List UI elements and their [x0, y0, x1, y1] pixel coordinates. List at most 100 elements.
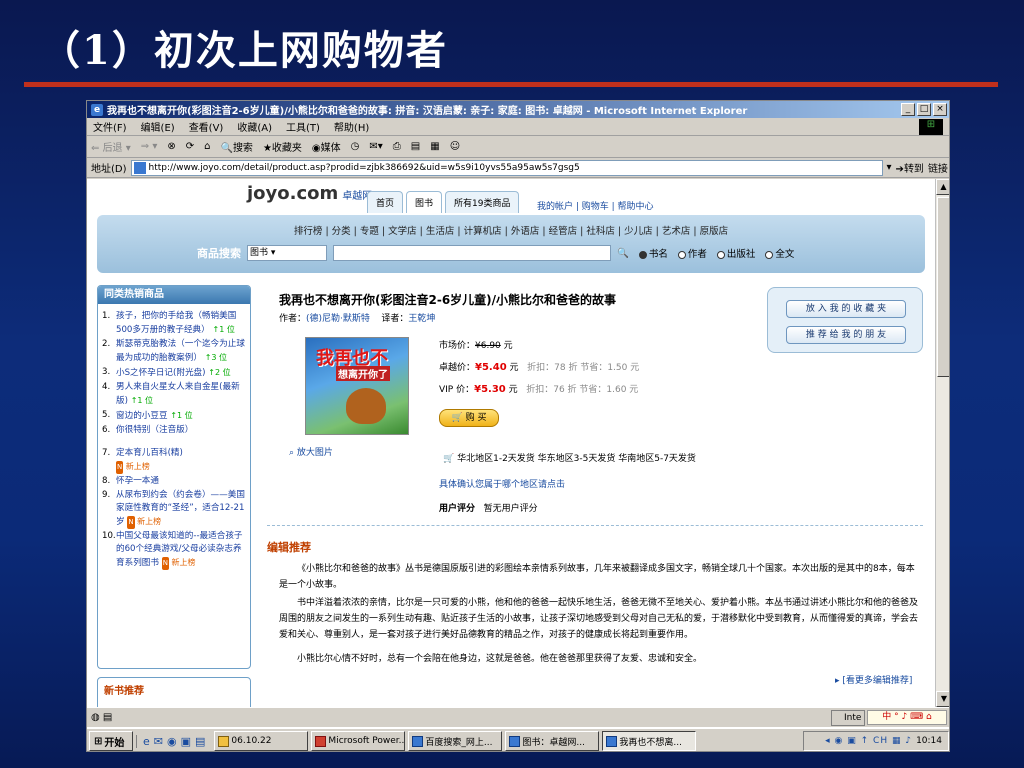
- task-powerpoint[interactable]: Microsoft Power...: [311, 731, 406, 751]
- search-option-author[interactable]: 作者: [674, 246, 707, 260]
- address-bar: 地址(D) http://www.joyo.com/detail/product…: [87, 158, 949, 178]
- search-row: 商品搜索 图书 ▾ 🔍 书名 作者 出版社 全文: [197, 245, 794, 261]
- account-links[interactable]: 我的帐户 | 购物车 | 帮助中心: [537, 199, 654, 212]
- list-item[interactable]: 5. 窗边的小豆豆 ↑1 位: [102, 409, 246, 423]
- start-button[interactable]: ⊞ 开始: [89, 731, 133, 751]
- windows-flag-icon: ⊞: [919, 119, 943, 135]
- more-editor-recommend-link[interactable]: ▸ [看更多编辑推荐]: [835, 673, 912, 686]
- menu-edit[interactable]: 编辑(E): [141, 119, 175, 134]
- task-joyo-books[interactable]: 图书：卓越网...: [505, 731, 600, 751]
- search-option-fulltext[interactable]: 全文: [761, 246, 794, 260]
- window-titlebar[interactable]: e 我再也不想离开你(彩图注音2-6岁儿童)/小熊比尔和爸爸的故事: 拼音: 汉…: [87, 101, 949, 118]
- tab-books[interactable]: 图书: [406, 191, 443, 213]
- list-item[interactable]: 4. 男人来自火星女人来自金星(最新版) ↑1 位: [102, 381, 246, 408]
- joyo-logo[interactable]: joyo.com 卓越网: [247, 183, 372, 204]
- menu-help[interactable]: 帮助(H): [334, 119, 369, 134]
- ie-quicklaunch-icon[interactable]: e: [143, 735, 150, 748]
- stop-icon[interactable]: ⊗: [167, 141, 175, 152]
- bestsellers-heading: 同类热销商品: [98, 286, 250, 304]
- menu-favorites[interactable]: 收藏(A): [237, 119, 272, 134]
- messenger-icon[interactable]: ☺: [450, 141, 460, 152]
- address-dropdown-icon[interactable]: ▾: [887, 162, 892, 173]
- list-item[interactable]: 6. 你很特别（注音版）: [102, 424, 246, 437]
- favorites-box: 放 入 我 的 收 藏 夹 推 荐 给 我 的 朋 友: [767, 287, 923, 353]
- forward-button[interactable]: ⇒ ▾: [141, 141, 158, 152]
- edit-icon[interactable]: ▤: [411, 141, 420, 152]
- list-item[interactable]: 9. 从尿布到约会（约会卷）——美国家庭性教育的“圣经”，适合12-21岁 N 新…: [102, 489, 246, 529]
- region-confirm-link[interactable]: 具体确认您属于哪个地区请点击: [439, 477, 565, 490]
- address-input[interactable]: http://www.joyo.com/detail/product.asp?p…: [130, 159, 883, 176]
- window-title: 我再也不想离开你(彩图注音2-6岁儿童)/小熊比尔和爸爸的故事: 拼音: 汉语启…: [107, 106, 748, 117]
- scroll-down-icon[interactable]: ▼: [936, 691, 949, 707]
- refresh-icon[interactable]: ⟳: [186, 141, 194, 152]
- zoom-image-link[interactable]: ⌕ 放大图片: [289, 445, 333, 458]
- go-button[interactable]: ➔转到: [896, 160, 924, 175]
- quick-launch: e ✉ ◉ ▣ ▤: [136, 734, 211, 748]
- product-title: 我再也不想离开你(彩图注音2-6岁儿童)/小熊比尔和爸爸的故事: [279, 293, 617, 307]
- shopping-cart-icon: 🛒: [443, 454, 455, 464]
- tab-all-categories[interactable]: 所有19类商品: [445, 191, 520, 213]
- links-button[interactable]: 链接: [928, 160, 948, 175]
- list-item[interactable]: 7. 定本育儿百科(精) N 新上榜: [102, 447, 246, 474]
- divider: [267, 525, 923, 526]
- bestsellers-panel: 同类热销商品 1. 孩子，把你的手给我（畅销美国500多万册的教子经典） ↑1 位…: [97, 285, 251, 669]
- category-links[interactable]: 排行榜 | 分类 | 专题 | 文学店 | 生活店 | 计算机店 | 外语店 |…: [97, 223, 925, 237]
- search-button[interactable]: 🔍搜索: [220, 139, 252, 154]
- list-item[interactable]: 3. 小S之怀孕日记(附光盘) ↑2 位: [102, 366, 246, 380]
- close-button[interactable]: ×: [933, 103, 947, 116]
- page-icon: [133, 161, 146, 174]
- media-quicklaunch-icon[interactable]: ◉: [167, 735, 177, 748]
- book-cover-image[interactable]: 我再也不 想离开你了: [305, 337, 409, 435]
- ie-icon: [606, 735, 618, 747]
- notepad-quicklaunch-icon[interactable]: ▤: [195, 735, 205, 748]
- menu-tools[interactable]: 工具(T): [286, 119, 320, 134]
- discuss-icon[interactable]: ▦: [430, 141, 439, 152]
- maximize-button[interactable]: □: [917, 103, 931, 116]
- ie-icon: [509, 735, 521, 747]
- task-product-page[interactable]: 我再也不想离...: [602, 731, 697, 751]
- product-author: 作者：(德)尼勒·默斯特 译者：王乾坤: [279, 314, 436, 324]
- tray-icons[interactable]: ◂ ◉ ▣ ↑ CH ▦ ♪: [825, 736, 912, 746]
- scroll-up-icon[interactable]: ▲: [936, 179, 949, 195]
- buy-button[interactable]: 🛒 购 买: [439, 409, 499, 427]
- scroll-thumb[interactable]: [937, 197, 949, 377]
- history-icon[interactable]: ◷: [351, 141, 360, 152]
- vertical-scrollbar[interactable]: ▲ ▼: [935, 179, 949, 707]
- desktop-quicklaunch-icon[interactable]: ▣: [181, 735, 191, 748]
- back-button[interactable]: ⇐ 后退 ▾: [91, 139, 131, 154]
- ie-icon: [412, 735, 424, 747]
- recommend-friend-button[interactable]: 推 荐 给 我 的 朋 友: [786, 326, 906, 344]
- search-input[interactable]: [333, 245, 611, 261]
- cart-icon: 🛒: [451, 413, 463, 423]
- task-baidu[interactable]: 百度搜索_网上...: [408, 731, 503, 751]
- ime-toolbar[interactable]: 中 ° ♪ ⌨ ⌂: [867, 710, 947, 725]
- author-link[interactable]: (德)尼勒·默斯特: [306, 314, 370, 324]
- editor-recommend-text: 《小熊比尔和爸爸的故事》丛书是德国原版引进的彩图绘本亲情系列故事，几年来被翻译成…: [279, 564, 919, 664]
- media-button[interactable]: ◉媒体: [312, 139, 341, 154]
- favorites-button[interactable]: ★收藏夹: [263, 139, 302, 154]
- list-item[interactable]: 1. 孩子，把你的手给我（畅销美国500多万册的教子经典） ↑1 位: [102, 310, 246, 337]
- list-item[interactable]: 8. 怀孕一本通: [102, 475, 246, 488]
- outlook-quicklaunch-icon[interactable]: ✉: [154, 735, 163, 748]
- new-badge-icon: N: [127, 516, 135, 529]
- task-folder[interactable]: 06.10.22: [214, 731, 309, 751]
- tab-home[interactable]: 首页: [367, 191, 404, 213]
- search-icon[interactable]: 🔍: [617, 248, 629, 259]
- add-to-favorites-button[interactable]: 放 入 我 的 收 藏 夹: [786, 300, 906, 318]
- search-label: 商品搜索: [197, 247, 241, 260]
- search-category-select[interactable]: 图书 ▾: [247, 245, 327, 261]
- mail-icon[interactable]: ✉▾: [369, 141, 382, 152]
- translator-link[interactable]: 王乾坤: [408, 314, 435, 324]
- title-divider: [24, 82, 998, 87]
- print-icon[interactable]: ⎙: [393, 141, 401, 152]
- minimize-button[interactable]: _: [901, 103, 915, 116]
- shipping-info: 🛒 华北地区1-2天发货 华东地区3-5天发货 华南地区5-7天发货: [443, 454, 696, 464]
- menu-view[interactable]: 查看(V): [189, 119, 224, 134]
- list-item[interactable]: 10. 中国父母最该知道的--最适合孩子的60个经典游戏/父母必读杂志养育系列图书…: [102, 530, 246, 570]
- menu-file[interactable]: 文件(F): [93, 119, 127, 134]
- home-icon[interactable]: ⌂: [204, 141, 210, 152]
- bear-illustration: [346, 388, 386, 424]
- search-option-publisher[interactable]: 出版社: [713, 246, 755, 260]
- list-item[interactable]: 2. 斯瑟蒂克胎教法（一个迄今为止球最为成功的胎教案例） ↑3 位: [102, 338, 246, 365]
- search-option-title[interactable]: 书名: [635, 246, 668, 260]
